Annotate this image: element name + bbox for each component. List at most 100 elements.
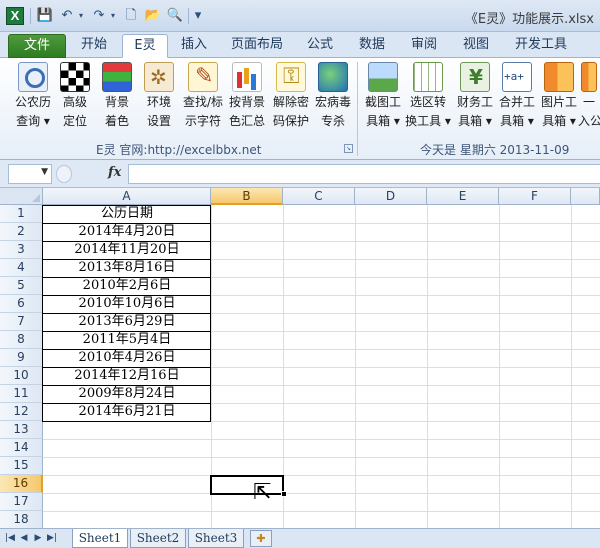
cell-a6[interactable]: 2010年10月6日: [43, 295, 211, 313]
customize-qat-icon[interactable]: ▾: [192, 7, 204, 25]
first-sheet-icon[interactable]: |◀: [4, 532, 16, 545]
sheet-tab-sheet3[interactable]: Sheet3: [188, 529, 244, 548]
cell-a3[interactable]: 2014年11月20日: [43, 241, 211, 259]
row-header[interactable]: 11: [0, 385, 43, 403]
undo-dropdown-icon[interactable]: ▾: [76, 7, 86, 25]
redo-dropdown-icon[interactable]: ▾: [108, 7, 118, 25]
sheet-tab-sheet2[interactable]: Sheet2: [130, 529, 186, 548]
picture-toolbox-button[interactable]: 图片工 具箱 ▾: [536, 62, 582, 132]
macro-virus-kill-button[interactable]: 宏病毒 专杀: [310, 62, 356, 132]
button-label: 具箱 ▾: [458, 114, 492, 128]
gridline: [43, 493, 600, 494]
insert-sheet-icon[interactable]: ✚: [250, 530, 272, 547]
formula-bar: ▼ fx: [0, 160, 600, 188]
tab-home[interactable]: 开始: [70, 34, 118, 58]
finance-toolbox-button[interactable]: 财务工 具箱 ▾: [452, 62, 498, 132]
tab-view[interactable]: 视图: [454, 34, 498, 58]
column-header-f[interactable]: F: [499, 188, 571, 205]
column-header-b[interactable]: B: [211, 188, 283, 205]
tab-insert[interactable]: 插入: [172, 34, 216, 58]
remove-password-button[interactable]: 解除密 码保护: [268, 62, 314, 132]
row-header[interactable]: 15: [0, 457, 43, 475]
finance-icon: [460, 62, 490, 92]
column-header-c[interactable]: C: [283, 188, 355, 205]
next-sheet-icon[interactable]: ▶: [32, 532, 44, 545]
excel-app-icon[interactable]: X: [6, 7, 24, 25]
tab-eling[interactable]: E灵: [122, 34, 168, 58]
save-icon[interactable]: 💾: [36, 7, 54, 25]
insert-function-icon[interactable]: fx: [108, 165, 121, 180]
unlock-key-icon: [276, 62, 306, 92]
row-header[interactable]: 2: [0, 223, 43, 241]
cell-a2[interactable]: 2014年4月20日: [43, 223, 211, 241]
sheet-tab-sheet1[interactable]: Sheet1: [72, 529, 128, 548]
table-rule: [43, 331, 211, 332]
dialog-launcher-icon[interactable]: ↘: [344, 144, 353, 153]
merge-toolbox-button[interactable]: 合并工 具箱 ▾: [494, 62, 540, 132]
row-header[interactable]: 17: [0, 493, 43, 511]
row-header-selected[interactable]: 16: [0, 475, 43, 493]
tab-page-layout[interactable]: 页面布局: [224, 34, 290, 58]
row-header[interactable]: 6: [0, 295, 43, 313]
cell-a9[interactable]: 2010年4月26日: [43, 349, 211, 367]
row-header[interactable]: 3: [0, 241, 43, 259]
formula-bar-toggle[interactable]: [56, 165, 72, 183]
last-sheet-icon[interactable]: ▶|: [46, 532, 58, 545]
row-header[interactable]: 4: [0, 259, 43, 277]
redo-icon[interactable]: ↷: [90, 7, 108, 25]
background-color-button[interactable]: 背景 着色: [94, 62, 140, 132]
cell-a7[interactable]: 2013年6月29日: [43, 313, 211, 331]
formula-input[interactable]: [128, 164, 600, 184]
row-header[interactable]: 1: [0, 205, 43, 223]
table-rule: [43, 241, 211, 242]
fill-handle[interactable]: [281, 491, 287, 497]
new-file-icon[interactable]: 🗋: [122, 7, 140, 25]
more-tools-button[interactable]: 一 入公: [578, 62, 600, 132]
row-header[interactable]: 7: [0, 313, 43, 331]
row-header[interactable]: 18: [0, 511, 43, 528]
column-header-a[interactable]: A: [43, 188, 211, 205]
tab-file[interactable]: 文件: [8, 34, 66, 58]
range-convert-button[interactable]: 选区转 换工具 ▾: [404, 62, 452, 132]
name-box[interactable]: ▼: [8, 164, 52, 184]
tab-data[interactable]: 数据: [350, 34, 394, 58]
select-all-corner[interactable]: [0, 188, 43, 205]
open-folder-icon[interactable]: 📂: [144, 7, 162, 25]
column-header-g[interactable]: [571, 188, 600, 205]
tab-formulas[interactable]: 公式: [298, 34, 342, 58]
row-header[interactable]: 9: [0, 349, 43, 367]
cell-a12[interactable]: 2014年6月21日: [43, 403, 211, 421]
row-header[interactable]: 10: [0, 367, 43, 385]
find-mark-chars-button[interactable]: 查找/标 示字符: [180, 62, 226, 132]
tab-review[interactable]: 审阅: [402, 34, 446, 58]
cell-a1[interactable]: 公历日期: [43, 205, 211, 223]
row-header[interactable]: 14: [0, 439, 43, 457]
chevron-down-icon[interactable]: ▼: [41, 167, 48, 177]
spreadsheet-grid[interactable]: A B C D E F 1 2 3 4 5 6 7 8 9 10 11 12 1…: [0, 188, 600, 528]
cell-a11[interactable]: 2009年8月24日: [43, 385, 211, 403]
cell-a10[interactable]: 2014年12月16日: [43, 367, 211, 385]
prev-sheet-icon[interactable]: ◀: [18, 532, 30, 545]
advanced-locate-button[interactable]: 高级 定位: [52, 62, 98, 132]
cell-a5[interactable]: 2010年2月6日: [43, 277, 211, 295]
column-header-d[interactable]: D: [355, 188, 427, 205]
lunar-calendar-button[interactable]: 公农历 查询 ▾: [10, 62, 56, 132]
undo-icon[interactable]: ↶: [58, 7, 76, 25]
active-cell-b16[interactable]: [210, 475, 284, 495]
button-label: 具箱 ▾: [366, 114, 400, 128]
screenshot-toolbox-button[interactable]: 截图工 具箱 ▾: [360, 62, 406, 132]
row-header[interactable]: 13: [0, 421, 43, 439]
sum-by-color-button[interactable]: 按背景 色汇总: [224, 62, 270, 132]
button-label: 具箱 ▾: [500, 114, 534, 128]
table-rule: [43, 277, 211, 278]
row-header[interactable]: 8: [0, 331, 43, 349]
cell-a8[interactable]: 2011年5月4日: [43, 331, 211, 349]
cell-a4[interactable]: 2013年8月16日: [43, 259, 211, 277]
row-header[interactable]: 12: [0, 403, 43, 421]
table-rule: [43, 349, 211, 350]
environment-settings-button[interactable]: 环境 设置: [136, 62, 182, 132]
tab-developer[interactable]: 开发工具: [508, 34, 574, 58]
row-header[interactable]: 5: [0, 277, 43, 295]
print-preview-icon[interactable]: 🔍: [166, 7, 184, 25]
column-header-e[interactable]: E: [427, 188, 499, 205]
